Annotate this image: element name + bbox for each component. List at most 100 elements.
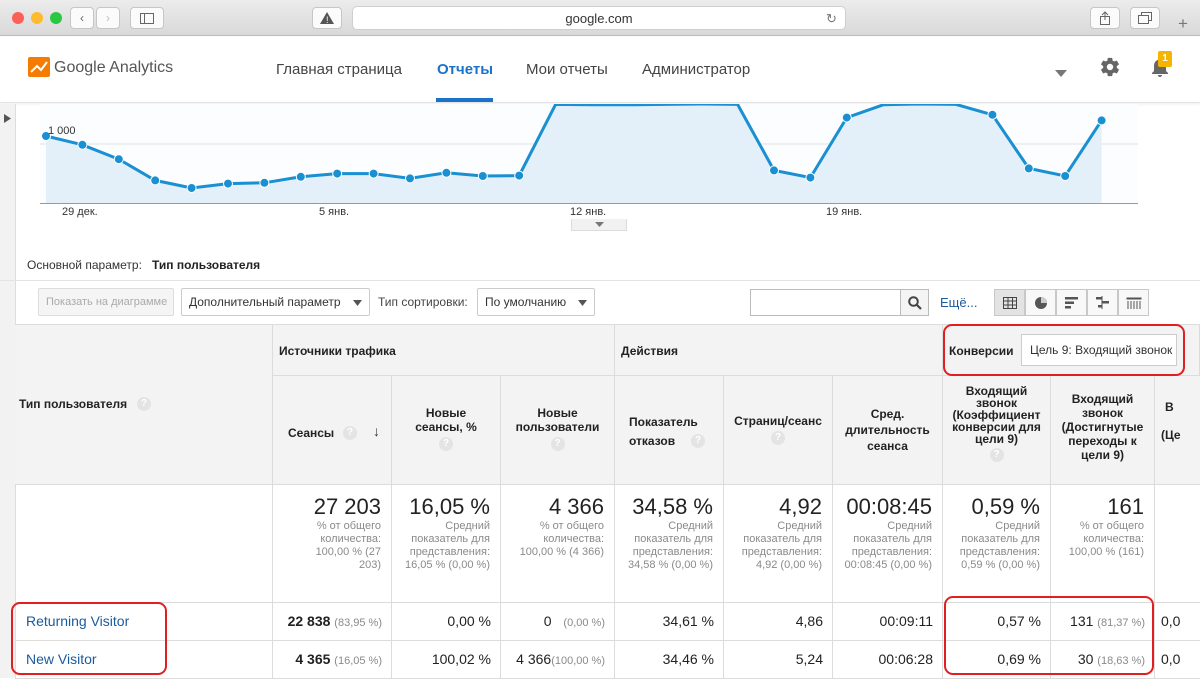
plot-rows-button[interactable]: Показать на диаграмме [38, 288, 174, 316]
total-note: % от общего количества: 100,00 % (161) [1068, 520, 1144, 558]
chart-data-point[interactable] [1096, 115, 1107, 126]
chart-data-point[interactable] [405, 173, 415, 184]
x-tick-label: 29 дек. [62, 206, 98, 218]
forward-button[interactable]: › [96, 7, 120, 29]
chart-data-point[interactable] [77, 139, 88, 150]
help-icon[interactable]: ? [439, 437, 453, 451]
back-button[interactable]: ‹ [70, 7, 94, 29]
col-header-bounce-rate[interactable]: Показатель отказов ? [615, 376, 724, 485]
row-new-users-value: 4 366 [516, 651, 552, 667]
row-partial-cell: 0,0 [1155, 641, 1200, 679]
pivot-icon [1126, 297, 1141, 309]
search-button[interactable] [900, 289, 929, 316]
zoom-window-button[interactable] [50, 12, 62, 24]
chart-data-point[interactable] [441, 167, 452, 178]
warning-icon[interactable]: ! [312, 7, 342, 29]
share-icon[interactable] [1090, 7, 1120, 29]
secondary-dimension-dropdown[interactable]: Дополнительный параметр [181, 288, 370, 316]
help-icon[interactable]: ? [343, 426, 357, 440]
help-icon[interactable]: ? [771, 431, 785, 445]
chart-data-point[interactable] [477, 171, 488, 181]
new-tab-icon[interactable]: + [1178, 14, 1188, 34]
nav-home[interactable]: Главная страница [276, 61, 402, 78]
col-header-goal-value-partial[interactable]: В (Це [1155, 376, 1200, 485]
total-sessions-cell: 27 203 % от общего количества: 100,00 % … [273, 485, 392, 603]
url-text: google.com [565, 10, 633, 26]
close-window-button[interactable] [12, 12, 24, 24]
settings-gear-icon[interactable] [1099, 56, 1121, 83]
view-table-button[interactable] [994, 289, 1025, 316]
row-duration-cell: 00:06:28 [833, 641, 943, 679]
col-header-sessions[interactable]: Сеансы ? ↓ [273, 376, 392, 485]
chart-data-point[interactable] [186, 183, 197, 193]
account-dropdown-icon[interactable] [1055, 65, 1067, 83]
col-header-new-sessions[interactable]: Новые сеансы, % ? [392, 376, 501, 485]
chart-expand-handle[interactable] [571, 219, 627, 231]
col-label: Сеансы [288, 426, 335, 440]
row-sessions-cell: 22 838 (83,95 %) [273, 603, 392, 641]
tabs-overview-icon[interactable] [1130, 7, 1160, 29]
chart-data-point[interactable] [1060, 171, 1071, 181]
y-tick-label: 1 000 [48, 125, 76, 137]
acquisition-group-header: Источники трафика [273, 325, 615, 376]
view-pie-button[interactable] [1025, 289, 1056, 316]
dimension-column-header[interactable]: Тип пользователя ? [15, 325, 273, 485]
col-label: Показатель отказов [629, 415, 698, 448]
col-header-new-users[interactable]: Новые пользователи ? [501, 376, 615, 485]
total-duration-cell: 00:08:45 Средний показатель для представ… [833, 485, 943, 603]
sidebar-toggle-icon[interactable] [130, 7, 164, 29]
reload-icon[interactable]: ↻ [826, 11, 837, 27]
nav-admin[interactable]: Администратор [642, 61, 750, 78]
help-icon[interactable]: ? [989, 448, 1004, 462]
chart-data-point[interactable] [987, 109, 998, 120]
chart-data-point[interactable] [113, 154, 124, 165]
dropdown-caret-icon [353, 300, 362, 306]
comparison-icon [1095, 296, 1109, 309]
nav-my-reports[interactable]: Мои отчеты [526, 61, 608, 78]
col-header-goal-completions[interactable]: Входящий звонок (Достигнутые переходы к … [1051, 376, 1155, 485]
row-partial-cell: 0,0 [1155, 603, 1200, 641]
col-label: (Це [1161, 428, 1181, 442]
left-panel-collapsed[interactable] [0, 104, 16, 678]
annotation-highlight-visitor-type [11, 602, 167, 675]
col-header-avg-duration[interactable]: Сред. длительность сеанса [833, 376, 943, 485]
col-header-goal-conv-rate[interactable]: Входящий звонок (Коэффициент конверсии д… [943, 376, 1051, 485]
address-bar[interactable]: google.com [352, 6, 846, 30]
row-sessions-value: 4 365 [295, 651, 331, 667]
col-label: Входящий звонок (Коэффициент конверсии д… [952, 384, 1041, 446]
advanced-link[interactable]: Ещё... [940, 295, 977, 310]
help-icon[interactable]: ? [691, 434, 705, 448]
view-pivot-button[interactable] [1118, 289, 1149, 316]
view-performance-button[interactable] [1056, 289, 1087, 316]
browser-toolbar: ‹ › ! google.com ↻ + [0, 0, 1200, 36]
chart-data-point[interactable] [769, 165, 779, 176]
row-new-sessions-cell: 100,02 % [392, 641, 501, 679]
chart-data-point[interactable] [332, 168, 343, 179]
help-icon[interactable]: ? [137, 397, 151, 411]
chart-data-point[interactable] [259, 177, 270, 188]
row-sessions-cell: 4 365 (16,05 %) [273, 641, 392, 679]
chart-data-point[interactable] [223, 178, 233, 189]
view-comparison-button[interactable] [1087, 289, 1118, 316]
total-note: % от общего количества: 100,00 % (27 203… [315, 520, 381, 571]
sort-type-dropdown[interactable]: По умолчанию [477, 288, 595, 316]
primary-dimension-value[interactable]: Тип пользователя [152, 258, 260, 272]
chart-data-point[interactable] [841, 112, 852, 123]
total-new-users-cell: 4 366 % от общего количества: 100,00 % (… [501, 485, 615, 603]
total-conv-rate-cell: 0,59 % Средний показатель для представле… [943, 485, 1051, 603]
help-icon[interactable]: ? [550, 437, 565, 451]
chart-data-point[interactable] [805, 172, 816, 183]
table-search-input[interactable] [750, 289, 901, 316]
col-header-pages-session[interactable]: Страниц/сеанс ? [724, 376, 833, 485]
nav-reports[interactable]: Отчеты [437, 61, 493, 78]
notification-badge: 1 [1158, 51, 1172, 67]
chart-data-point[interactable] [1023, 163, 1034, 174]
chart-data-point[interactable] [514, 170, 525, 181]
sort-descending-icon[interactable]: ↓ [373, 423, 380, 439]
chart-data-point[interactable] [368, 168, 379, 179]
minimize-window-button[interactable] [31, 12, 43, 24]
chart-data-point[interactable] [295, 171, 306, 182]
row-new-users-value: 0 [543, 613, 552, 629]
total-completions-value: 161 [1107, 494, 1144, 519]
chart-data-point[interactable] [150, 175, 161, 186]
